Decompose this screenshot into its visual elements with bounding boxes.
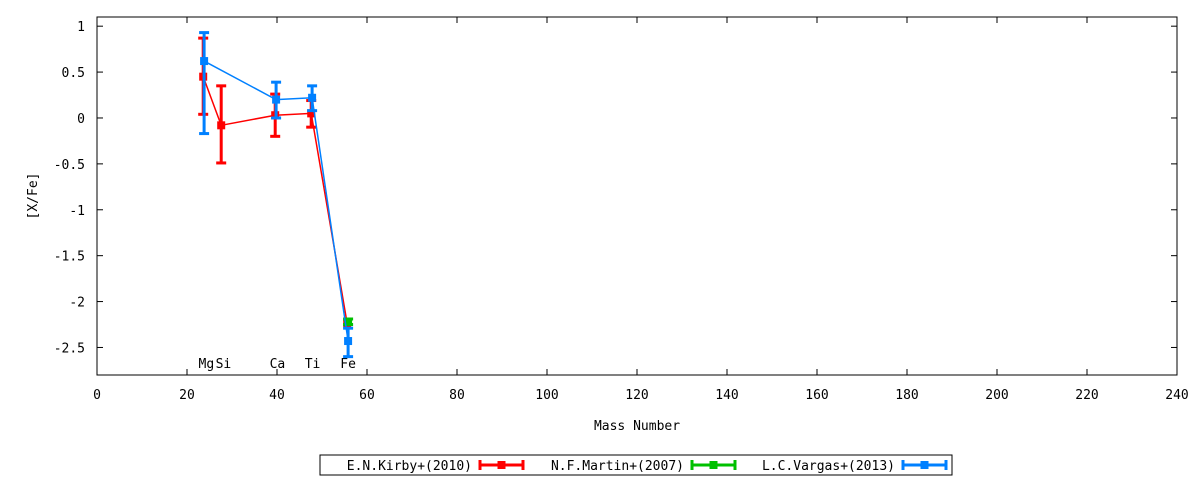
legend-entry-1: N.F.Martin+(2007)	[551, 459, 737, 474]
x-tick-label: 0	[93, 388, 101, 403]
data-point	[308, 93, 317, 102]
chart: 0 20 40 60 80 100 120 140 160 180 200 220 240 1 0.5 0 -0…	[26, 16, 1189, 476]
y-tick-label: -1.5	[54, 250, 85, 265]
element-label: Ca	[270, 357, 286, 372]
legend-sample-marker	[920, 461, 929, 469]
x-tick-label: 140	[715, 388, 738, 403]
plot-frame	[96, 16, 1178, 376]
element-label: Mg	[199, 357, 215, 372]
y-tick-label: 1	[77, 20, 85, 35]
series-layer	[198, 31, 354, 359]
x-tick-label: 120	[625, 388, 648, 403]
data-point	[272, 95, 281, 104]
x-tick-label: 240	[1165, 388, 1188, 403]
series-2	[199, 31, 354, 359]
y-axis-label: [X/Fe]	[26, 173, 41, 220]
legend-entry-2: L.C.Vargas+(2013)	[762, 459, 948, 474]
element-label: Si	[216, 357, 232, 372]
x-tick-label: 200	[985, 388, 1008, 403]
legend-label: E.N.Kirby+(2010)	[347, 459, 472, 474]
y-tick-label: -1	[69, 204, 85, 219]
y-tick-label: -0.5	[54, 158, 85, 173]
x-tick-label: 80	[449, 388, 465, 403]
data-point	[200, 57, 209, 66]
x-tick-label: 100	[535, 388, 558, 403]
y-tick-label: -2	[69, 296, 85, 311]
axis-ticks	[96, 17, 1178, 375]
data-point	[344, 337, 353, 346]
y-tick-label: -2.5	[54, 341, 85, 356]
y-tick-label: 0	[77, 112, 85, 127]
element-label: Fe	[340, 357, 356, 372]
element-label: Ti	[305, 357, 321, 372]
x-tick-label: 220	[1075, 388, 1098, 403]
x-tick-label: 20	[179, 388, 195, 403]
legend-label: L.C.Vargas+(2013)	[762, 459, 895, 474]
x-tick-label: 180	[895, 388, 918, 403]
y-tick-label: 0.5	[62, 66, 85, 81]
element-labels: Mg Si Ca Ti Fe	[199, 357, 357, 372]
data-point	[217, 121, 226, 130]
x-tick-label: 40	[269, 388, 285, 403]
x-tick-label: 60	[359, 388, 375, 403]
legend-entry-0: E.N.Kirby+(2010)	[347, 459, 525, 474]
legend-label: N.F.Martin+(2007)	[551, 459, 684, 474]
x-tick-label: 160	[805, 388, 828, 403]
legend-sample-marker	[709, 461, 718, 469]
x-axis-label: Mass Number	[594, 419, 680, 434]
legend: E.N.Kirby+(2010) N.F.Martin+(2007) L.C.Var…	[319, 454, 953, 476]
legend-sample-marker	[497, 461, 506, 469]
axis-tick-labels: 0 20 40 60 80 100 120 140 160 180 200 220 240 1 0.5 0 -0…	[54, 20, 1189, 403]
